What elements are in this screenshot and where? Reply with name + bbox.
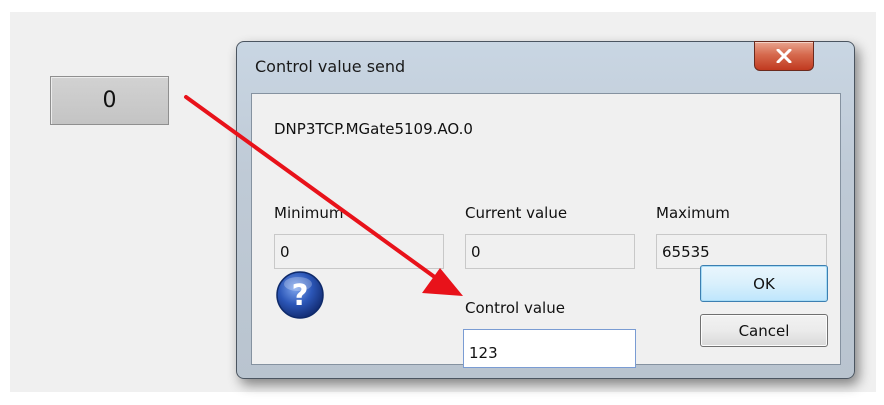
dialog-title: Control value send [255, 57, 406, 76]
cancel-button[interactable]: Cancel [700, 314, 828, 347]
minimum-label: Minimum [274, 204, 344, 222]
current-value-label: Current value [465, 204, 568, 222]
current-value-field: 0 [465, 234, 635, 269]
control-value-input[interactable] [463, 329, 636, 368]
minimum-field: 0 [274, 234, 444, 269]
cancel-button-label: Cancel [738, 321, 790, 340]
ok-button[interactable]: OK [700, 265, 828, 302]
close-button[interactable] [754, 41, 814, 71]
svg-text:?: ? [292, 278, 309, 312]
close-icon [776, 49, 792, 63]
control-value-dialog: Control value send DNP3TCP.MGate5109.AO.… [236, 41, 855, 379]
ok-button-label: OK [753, 274, 775, 293]
value-display-text: 0 [102, 88, 117, 113]
maximum-label: Maximum [656, 204, 730, 222]
dialog-body: DNP3TCP.MGate5109.AO.0 Minimum 0 Current… [251, 93, 841, 368]
value-display-tile[interactable]: 0 [50, 76, 169, 125]
tag-name-label: DNP3TCP.MGate5109.AO.0 [274, 120, 473, 138]
maximum-field: 65535 [656, 234, 827, 269]
control-value-label: Control value [465, 299, 565, 317]
help-icon: ? [276, 271, 324, 319]
